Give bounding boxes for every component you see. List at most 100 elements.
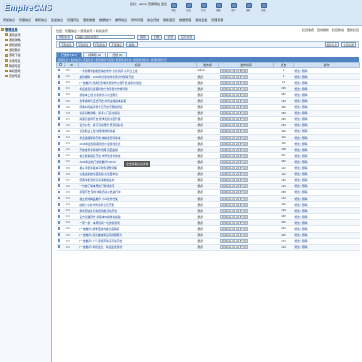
welcome-text[interactable]: 您好：admin 查看网站 退出 bbox=[130, 2, 167, 6]
row-checkbox[interactable] bbox=[57, 74, 61, 78]
row-checkbox[interactable] bbox=[57, 178, 61, 182]
row-checkbox[interactable] bbox=[57, 111, 61, 115]
row-time[interactable]: 2018-01-01 22:57:23 bbox=[219, 105, 249, 110]
row-time[interactable]: 2018-01-01 22:57:23 bbox=[219, 111, 249, 116]
row-time[interactable]: 2018-01-01 22:57:23 bbox=[219, 202, 249, 207]
row-checkbox[interactable] bbox=[57, 196, 61, 200]
archive-button[interactable]: 归档 bbox=[150, 34, 163, 40]
search-button[interactable]: 搜索 bbox=[126, 42, 138, 47]
row-time[interactable]: 2018-01-01 22:57:23 bbox=[219, 74, 249, 79]
top-menu-item[interactable]: 管理评论 bbox=[67, 18, 79, 22]
row-time[interactable]: 2018-01-01 22:57:23 bbox=[219, 166, 249, 171]
top-menu-item[interactable]: 管理专题 bbox=[211, 18, 223, 22]
row-time[interactable]: 2018-01-01 22:57:23 bbox=[219, 184, 249, 189]
row-time[interactable]: 2018-01-01 22:57:23 bbox=[219, 196, 249, 201]
row-time[interactable]: 2018-01-01 22:57:23 bbox=[219, 178, 249, 183]
toolbar-button[interactable]: 系统 bbox=[168, 3, 179, 12]
toolbar-button[interactable]: 模板 bbox=[213, 3, 224, 12]
row-time[interactable]: 2018-01-01 22:57:23 bbox=[219, 239, 249, 244]
attr-select-2[interactable]: 不限属性 bbox=[75, 42, 91, 47]
row-time[interactable]: 2018-01-01 22:57:23 bbox=[219, 123, 249, 128]
row-checkbox[interactable] bbox=[57, 233, 61, 236]
row-checkbox[interactable] bbox=[57, 129, 61, 133]
row-checkbox[interactable] bbox=[57, 160, 61, 163]
row-checkbox[interactable] bbox=[57, 117, 61, 121]
row-checkbox[interactable] bbox=[57, 214, 61, 218]
row-time[interactable]: 2018-01-01 22:57:23 bbox=[219, 153, 249, 158]
row-time[interactable]: 2018-01-01 22:57:23 bbox=[219, 80, 249, 85]
table-row[interactable]: 326 [一线推荐] 年终盘点：年度最佳游戏 鹦鹉 2018-01-01 22:57:… bbox=[56, 244, 360, 251]
sidebar-item[interactable]: 页游专区 bbox=[1, 74, 50, 79]
row-time[interactable]: 2018-01-01 22:57:23 bbox=[219, 214, 249, 219]
row-time[interactable]: 2018-01-01 22:57:23 bbox=[219, 147, 249, 152]
row-title[interactable]: [一线推荐] 年终盘点：年度最佳游戏 bbox=[78, 244, 197, 251]
row-checkbox[interactable] bbox=[57, 135, 61, 139]
row-checkbox[interactable] bbox=[57, 123, 61, 127]
latest-select[interactable]: 最新信息 bbox=[324, 42, 340, 47]
select-all-checkbox[interactable] bbox=[59, 63, 62, 66]
row-checkbox[interactable] bbox=[57, 172, 61, 176]
row-time[interactable]: 2018-01-01 22:57:23 bbox=[219, 190, 249, 195]
row-checkbox[interactable] bbox=[57, 239, 61, 243]
toolbar-button[interactable]: 栏目 bbox=[198, 3, 209, 12]
row-checkbox[interactable] bbox=[57, 147, 61, 151]
search-input[interactable]: 请输入搜索关键字 bbox=[75, 34, 136, 40]
row-actions[interactable]: 修改 | 删除 bbox=[293, 244, 360, 251]
row-time[interactable]: 2018-01-01 22:57:23 bbox=[219, 208, 249, 213]
toolbar-button[interactable]: 其他 bbox=[258, 3, 269, 12]
row-time[interactable]: 2018-01-01 22:57:23 bbox=[219, 245, 249, 250]
row-checkbox[interactable] bbox=[57, 141, 61, 145]
top-menu-item[interactable]: 信息归档 bbox=[147, 18, 159, 22]
top-menu-item[interactable]: 刷新首页 bbox=[163, 18, 175, 22]
row-time[interactable]: 2018-01-18 21:58:49 bbox=[219, 68, 249, 73]
all-button[interactable]: 全部 bbox=[164, 34, 177, 40]
attr-select-1[interactable]: 不限属性 bbox=[59, 42, 74, 47]
row-time[interactable]: 2018-01-01 22:57:23 bbox=[219, 129, 249, 134]
row-checkbox[interactable] bbox=[57, 245, 61, 249]
top-menu-item[interactable]: 附件管理 bbox=[131, 18, 143, 22]
toolbar-button[interactable]: 插件 bbox=[243, 3, 254, 12]
status-tab[interactable]: 已发布 (317) bbox=[56, 52, 83, 57]
row-checkbox[interactable] bbox=[57, 208, 61, 212]
top-menu-item[interactable]: 签发信息 bbox=[51, 18, 63, 22]
row-time[interactable]: 2018-01-01 22:57:23 bbox=[219, 220, 249, 225]
row-checkbox[interactable] bbox=[57, 190, 61, 194]
top-menu-item[interactable]: 数据整理 bbox=[179, 18, 191, 22]
column-link[interactable]: 自动刷新 bbox=[317, 28, 329, 32]
row-checkbox[interactable] bbox=[57, 227, 61, 230]
row-checkbox[interactable] bbox=[57, 166, 61, 169]
row-time[interactable]: 2018-01-01 22:57:23 bbox=[219, 99, 249, 104]
row-time[interactable]: 2018-01-01 22:57:23 bbox=[219, 135, 249, 140]
row-time[interactable]: 2018-01-01 22:57:23 bbox=[219, 117, 249, 122]
top-menu-item[interactable]: 管理信息 bbox=[19, 18, 31, 22]
row-checkbox[interactable] bbox=[57, 105, 61, 108]
toolbar-button[interactable]: 用户 bbox=[228, 3, 239, 12]
row-time[interactable]: 2018-01-01 22:57:23 bbox=[219, 141, 249, 146]
top-menu-item[interactable]: 更新数据 bbox=[83, 18, 95, 22]
row-time[interactable]: 2018-01-01 22:57:23 bbox=[219, 92, 249, 97]
row-time[interactable]: 2018-01-01 22:57:23 bbox=[219, 172, 249, 177]
row-checkbox[interactable] bbox=[57, 220, 61, 224]
title-select[interactable]: 全部标题 bbox=[341, 42, 356, 47]
column-link[interactable]: 栏目移动 bbox=[332, 28, 344, 32]
refresh-button[interactable]: 刷新 bbox=[137, 34, 149, 40]
row-checkbox[interactable] bbox=[57, 184, 61, 188]
row-checkbox[interactable] bbox=[57, 202, 61, 206]
top-menu-item[interactable]: 数据统计 bbox=[99, 18, 111, 22]
toolbar-button[interactable]: 信息 bbox=[183, 3, 194, 12]
row-checkbox[interactable] bbox=[57, 153, 61, 157]
row-checkbox[interactable] bbox=[57, 99, 61, 102]
row-time[interactable]: 2018-01-01 22:57:23 bbox=[219, 159, 249, 164]
row-time[interactable]: 2018-01-01 22:57:23 bbox=[219, 86, 249, 91]
top-menu-item[interactable]: 推荐信息 bbox=[115, 18, 127, 22]
add-info-button[interactable]: 增加信息 bbox=[56, 34, 74, 40]
status-tab[interactable]: 待审核 (0) bbox=[83, 52, 107, 57]
row-checkbox[interactable] bbox=[57, 80, 61, 84]
order-select[interactable]: 不限排序 bbox=[109, 42, 124, 47]
row-checkbox[interactable] bbox=[57, 86, 61, 90]
status-tab[interactable]: 归档 (0) bbox=[107, 52, 128, 57]
status-select[interactable]: 不限状态 bbox=[92, 42, 108, 47]
row-time[interactable]: 2018-01-01 22:57:23 bbox=[219, 226, 249, 231]
show-all-button[interactable]: 显示全部 bbox=[178, 34, 196, 40]
top-menu-item[interactable]: 我的签发 bbox=[195, 18, 207, 22]
